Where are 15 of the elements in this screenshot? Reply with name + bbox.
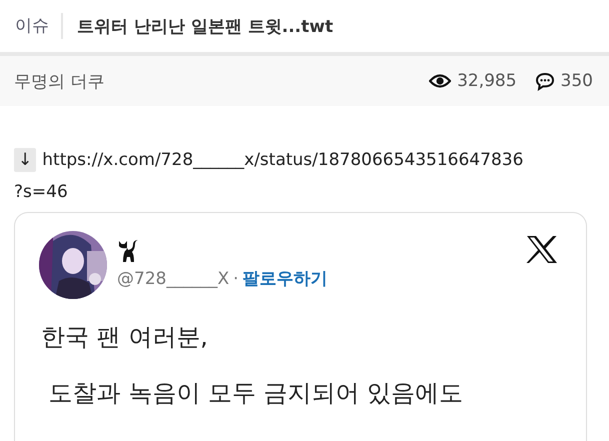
comment-count: 350 <box>560 71 593 91</box>
post-title: 트위터 난리난 일본팬 트윗...twt <box>77 16 334 38</box>
author-name: 무명의 더쿠 <box>14 70 106 92</box>
user-handle: @728______X <box>117 269 230 289</box>
url-link[interactable]: ?s=46 <box>14 182 68 202</box>
tweet-text: 한국 팬 여러분, <box>41 322 209 353</box>
follow-link[interactable]: 팔로우하기 <box>242 269 328 289</box>
category-link[interactable]: 이슈 <box>15 13 63 39</box>
url-link[interactable]: https://x.com/728______x/status/1878066543516647836 <box>42 150 524 170</box>
cat-icon <box>117 239 139 263</box>
x-logo-icon[interactable] <box>526 235 558 264</box>
view-count: 32,985 <box>457 71 517 91</box>
separator-dot: · <box>233 269 238 289</box>
tweet-text: 도찰과 녹음이 모두 금지되어 있음에도 <box>48 378 464 409</box>
download-button[interactable]: ↓ <box>14 148 36 172</box>
